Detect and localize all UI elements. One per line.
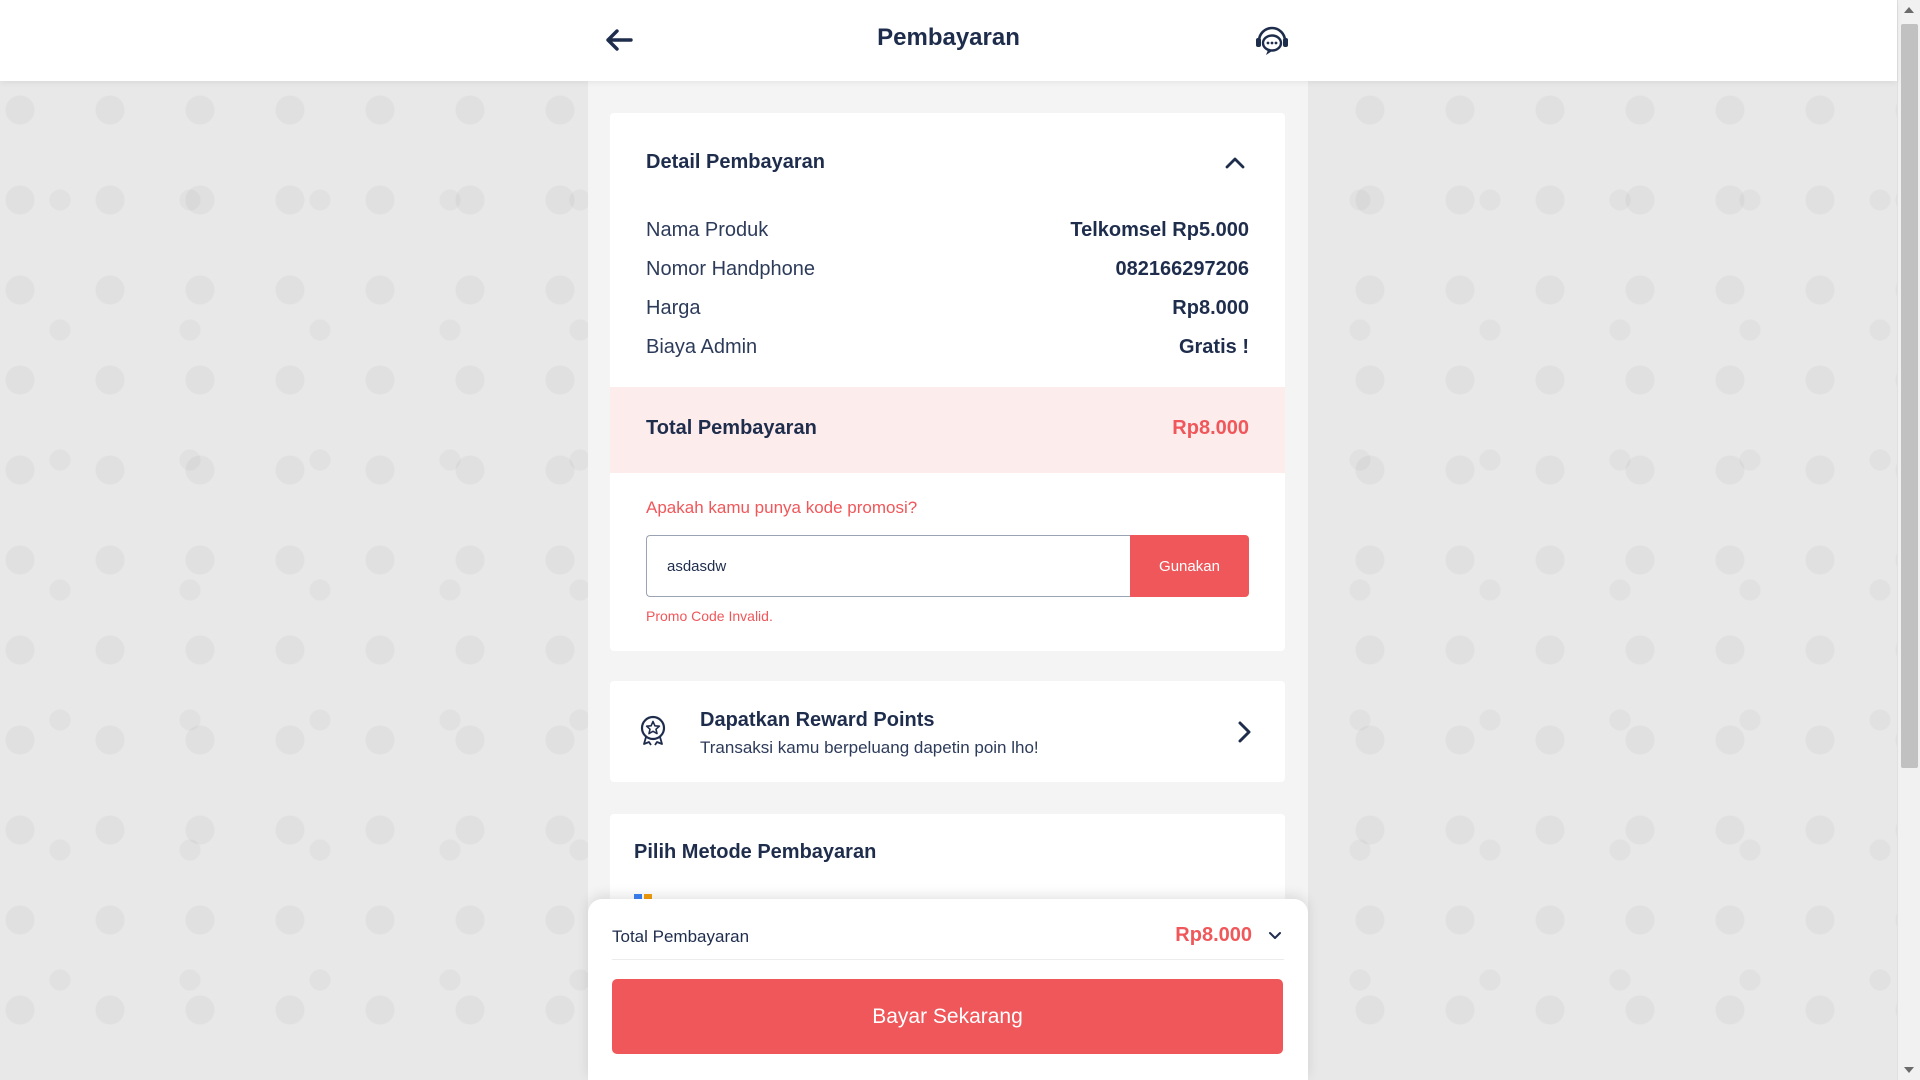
scrollbar[interactable] [1897,0,1920,1080]
payment-bottom-sheet: Total Pembayaran Rp8.000 Bayar Sekarang [588,899,1308,1080]
promo-code-input[interactable] [646,535,1130,597]
sheet-total-value: Rp8.000 [1175,924,1252,946]
detail-title: Detail Pembayaran [646,151,825,173]
reward-title: Dapatkan Reward Points [700,709,935,731]
promo-error-message: Promo Code Invalid. [646,608,773,624]
scroll-up-icon[interactable] [1904,7,1914,13]
pay-now-button[interactable]: Bayar Sekarang [612,979,1283,1054]
row-label: Nama Produk [646,219,769,241]
row-label: Harga [646,297,701,319]
apply-promo-button[interactable]: Gunakan [1130,535,1249,597]
chevron-up-icon [1225,157,1245,169]
detail-row-phone: Nomor Handphone 082166297206 [646,258,1249,281]
reward-medal-icon [640,715,666,746]
back-button[interactable] [603,24,635,56]
row-value: Telkomsel Rp5.000 [1070,219,1249,241]
divider [612,959,1284,960]
row-label: Nomor Handphone [646,258,815,280]
promo-question: Apakah kamu punya kode promosi? [646,498,918,517]
row-value: Gratis ! [1178,336,1249,358]
collapse-button[interactable] [1221,149,1249,177]
reward-points-card[interactable]: Dapatkan Reward Points Transaksi kamu be… [610,681,1285,782]
page-title: Pembayaran [877,24,1020,51]
row-value: Rp8.000 [1172,297,1249,319]
payment-detail-card: Detail Pembayaran Nama Produk Telkomsel … [610,113,1285,651]
top-bar: Pembayaran [0,0,1897,81]
arrow-left-icon [606,29,633,51]
total-value: Rp8.000 [1172,417,1249,439]
sheet-total-label: Total Pembayaran [612,927,750,946]
payment-method-title: Pilih Metode Pembayaran [634,841,877,863]
detail-row-price: Harga Rp8.000 [646,297,1249,320]
row-label: Biaya Admin [646,336,758,358]
scrollbar-thumb[interactable] [1901,24,1918,768]
reward-subtitle: Transaksi kamu berpeluang dapetin poin l… [700,738,1039,757]
chevron-right-icon [1238,721,1251,743]
detail-row-admin-fee: Biaya Admin Gratis ! [646,336,1249,359]
chevron-down-icon[interactable] [1266,929,1284,943]
scroll-down-icon[interactable] [1904,1067,1914,1073]
total-payment-band: Total Pembayaran Rp8.000 [610,387,1285,473]
chat-support-icon [1256,26,1288,55]
detail-row-product: Nama Produk Telkomsel Rp5.000 [646,219,1249,242]
row-value: 082166297206 [1115,258,1249,280]
total-label: Total Pembayaran [646,417,817,439]
support-button[interactable] [1253,22,1291,60]
